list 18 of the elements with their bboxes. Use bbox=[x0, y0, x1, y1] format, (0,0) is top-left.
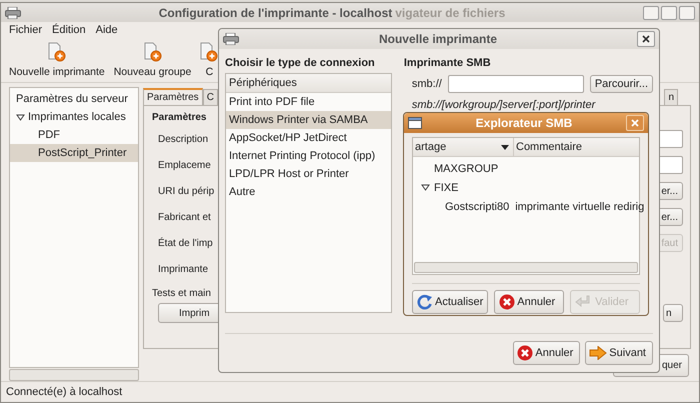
section-title: Paramètres bbox=[152, 112, 206, 123]
status-text: Connecté(e) à localhost bbox=[6, 386, 122, 398]
field-label: Emplaceme bbox=[158, 160, 211, 170]
dialog-title: Explorateur SMB bbox=[476, 116, 572, 130]
field-label: Imprimante bbox=[158, 264, 208, 274]
field-label: smb:// bbox=[412, 78, 442, 90]
field-label: URI du périp bbox=[158, 186, 214, 196]
section-label: Tests et main bbox=[152, 288, 211, 299]
field-label: Fabricant et bbox=[158, 212, 211, 222]
field-label: Description bbox=[158, 134, 208, 144]
share-comment: imprimante virtuelle redirig bbox=[515, 200, 644, 212]
dialog-title: Nouvelle imprimante bbox=[378, 32, 498, 46]
section-title: Imprimante SMB bbox=[404, 57, 492, 69]
faded-title: vigateur de fichiers bbox=[395, 6, 506, 20]
field-label: État de l'imp bbox=[158, 238, 213, 248]
window-title: Configuration de l'imprimante - localhost bbox=[158, 6, 392, 20]
section-title: Choisir le type de connexion bbox=[225, 57, 376, 69]
hint-text: smb://[workgroup/]server[:port]/printer bbox=[410, 99, 597, 111]
